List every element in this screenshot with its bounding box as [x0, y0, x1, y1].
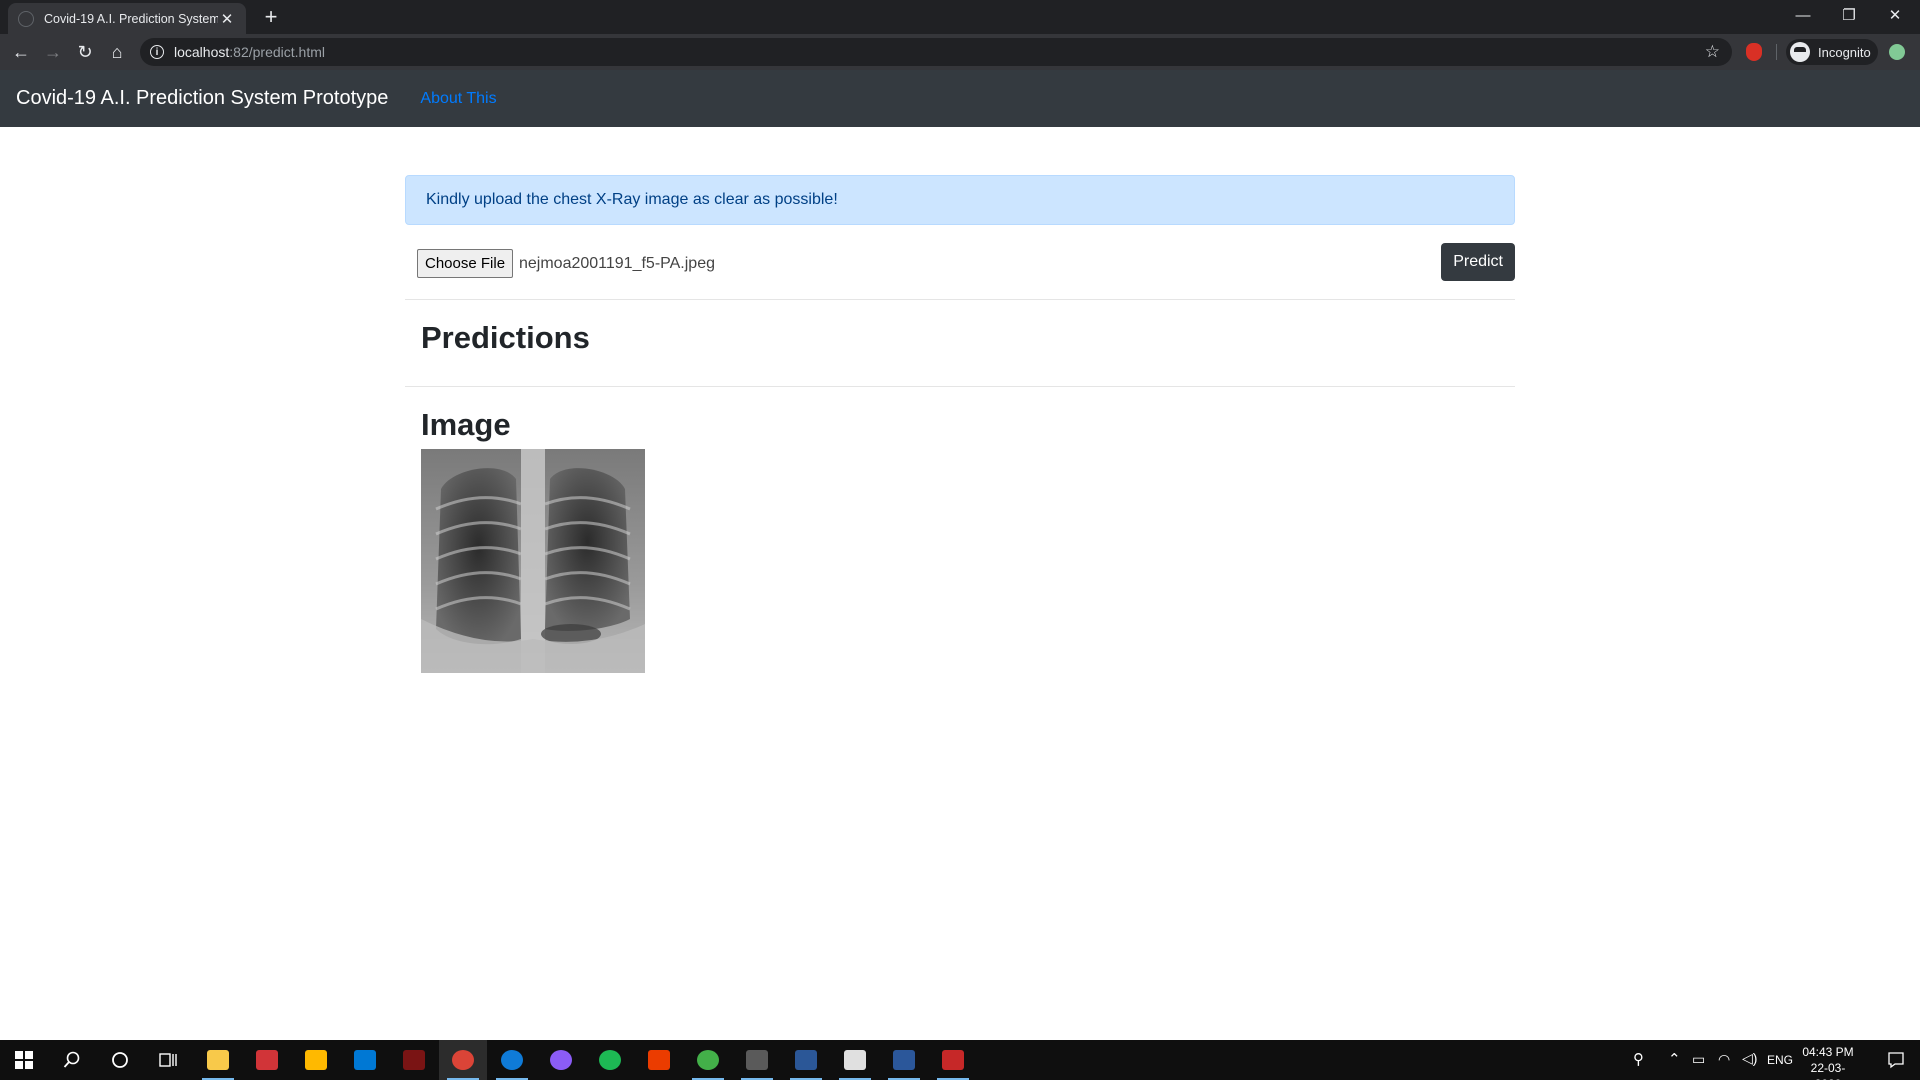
start-button[interactable]	[0, 1040, 48, 1080]
cortana-icon	[112, 1052, 128, 1068]
taskbar-app-anaconda[interactable]	[684, 1040, 732, 1080]
selected-file-name: nejmoa2001191_f5-PA.jpeg	[519, 255, 715, 272]
restore-button[interactable]: ❐	[1826, 0, 1872, 30]
taskbar-app-office[interactable]	[635, 1040, 683, 1080]
taskbar-app-store-app[interactable]	[292, 1040, 340, 1080]
tab-title: Covid-19 A.I. Prediction System P	[44, 11, 218, 26]
taskbar-app-podcast-app[interactable]	[537, 1040, 585, 1080]
new-tab-button[interactable]: +	[260, 4, 282, 30]
url-path: :82/predict.html	[229, 44, 325, 60]
podcast-app-icon	[550, 1050, 572, 1070]
cortana-button[interactable]	[96, 1040, 144, 1080]
browser-tab-strip: Covid-19 A.I. Prediction System P ✕ + — …	[0, 0, 1920, 34]
windows-taskbar: ⚲ ⌃ ▭ ◠ ◁) ENG 04:43 PM 22-03-2020	[0, 1040, 1920, 1080]
ryzen-master-icon	[403, 1050, 425, 1070]
taskbar-app-file-explorer[interactable]	[194, 1040, 242, 1080]
spotify-icon	[599, 1050, 621, 1070]
clock-time: 04:43 PM	[1802, 1045, 1854, 1059]
volume-icon[interactable]: ◁)	[1742, 1050, 1757, 1067]
choose-file-button[interactable]: Choose File	[417, 249, 514, 278]
search-button[interactable]	[48, 1040, 96, 1080]
reload-button[interactable]: ↻	[72, 39, 98, 65]
notification-icon	[1888, 1052, 1904, 1069]
taskbar-app-word[interactable]	[880, 1040, 928, 1080]
store-app-icon	[305, 1050, 327, 1070]
predict-button[interactable]: Predict	[1441, 243, 1515, 281]
file-explorer-icon	[207, 1050, 229, 1070]
taskbar-app-spotify[interactable]	[586, 1040, 634, 1080]
office-icon	[648, 1050, 670, 1070]
taskbar-app-app-red[interactable]	[929, 1040, 977, 1080]
windows-icon	[15, 1051, 33, 1069]
update-icon[interactable]	[1889, 44, 1905, 60]
about-link[interactable]: About This	[420, 90, 496, 108]
incognito-icon	[1790, 42, 1810, 62]
browser-tab[interactable]: Covid-19 A.I. Prediction System P ✕	[8, 3, 246, 34]
taskbar-app-mail-app[interactable]	[341, 1040, 389, 1080]
browser-toolbar: ← → ↻ ⌂ i localhost :82/predict.html ☆ I…	[0, 34, 1920, 70]
taskbar-app-photos[interactable]	[831, 1040, 879, 1080]
url-host: localhost	[174, 44, 230, 60]
taskbar-app-ryzen-master[interactable]	[390, 1040, 438, 1080]
forward-button[interactable]: →	[40, 39, 66, 65]
task-view-button[interactable]	[144, 1040, 192, 1080]
predictions-section: Predictions	[405, 300, 1515, 387]
chrome-icon	[452, 1050, 474, 1070]
incognito-label: Incognito	[1818, 44, 1871, 60]
taskbar-app-terminal[interactable]	[733, 1040, 781, 1080]
taskbar-app-chrome[interactable]	[439, 1040, 487, 1080]
predictions-heading: Predictions	[421, 320, 590, 355]
info-icon[interactable]: i	[150, 45, 164, 59]
app-red-icon	[942, 1050, 964, 1070]
minimize-button[interactable]: —	[1780, 0, 1826, 30]
navbar-brand[interactable]: Covid-19 A.I. Prediction System Prototyp…	[16, 87, 388, 110]
toolbar-divider	[1776, 44, 1777, 60]
taskbar-app-settings-app[interactable]	[243, 1040, 291, 1080]
mail-app-icon	[354, 1050, 376, 1070]
info-alert: Kindly upload the chest X-Ray image as c…	[405, 175, 1515, 225]
language-indicator[interactable]: ENG	[1767, 1053, 1793, 1067]
battery-icon[interactable]: ▭	[1692, 1051, 1705, 1068]
chevron-up-icon[interactable]: ⌃	[1668, 1050, 1681, 1068]
action-center-button[interactable]	[1872, 1040, 1920, 1080]
globe-icon	[18, 10, 34, 27]
clock-date: 22-03-2020	[1810, 1061, 1846, 1080]
edge-icon	[501, 1050, 523, 1070]
word-icon	[893, 1050, 915, 1070]
incognito-badge[interactable]: Incognito	[1786, 39, 1878, 65]
terminal-icon	[746, 1050, 768, 1070]
extension-icon[interactable]	[1746, 43, 1762, 61]
main-container: Kindly upload the chest X-Ray image as c…	[405, 175, 1515, 673]
people-icon[interactable]: ⚲	[1633, 1050, 1644, 1068]
site-navbar: Covid-19 A.I. Prediction System Prototyp…	[0, 70, 1920, 127]
chest-xray-image	[421, 449, 645, 673]
back-button[interactable]: ←	[8, 39, 34, 65]
address-bar[interactable]: i localhost :82/predict.html ☆	[140, 38, 1732, 66]
anaconda-icon	[697, 1050, 719, 1070]
bookmark-star-icon[interactable]: ☆	[1705, 42, 1720, 62]
taskbar-app-powershell[interactable]	[782, 1040, 830, 1080]
close-window-button[interactable]: ✕	[1872, 0, 1918, 30]
upload-row: Choose File nejmoa2001191_f5-PA.jpeg Pre…	[405, 225, 1515, 300]
clock[interactable]: 04:43 PM 22-03-2020	[1798, 1044, 1858, 1080]
image-section: Image	[405, 387, 1515, 673]
search-icon	[63, 1051, 80, 1068]
settings-app-icon	[256, 1050, 278, 1070]
powershell-icon	[795, 1050, 817, 1070]
task-view-icon	[159, 1053, 177, 1067]
home-button[interactable]: ⌂	[104, 39, 130, 65]
wifi-icon[interactable]: ◠	[1718, 1051, 1730, 1068]
tab-close-icon[interactable]: ✕	[218, 10, 236, 28]
image-heading: Image	[421, 407, 511, 442]
photos-icon	[844, 1050, 866, 1070]
taskbar-app-edge[interactable]	[488, 1040, 536, 1080]
